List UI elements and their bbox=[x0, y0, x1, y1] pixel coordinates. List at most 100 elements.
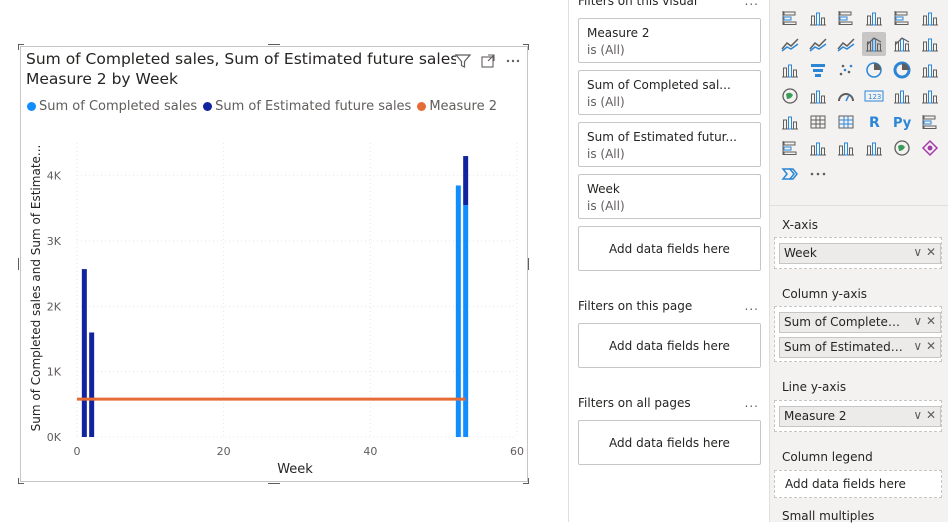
filters-all-pages-header: Filters on all pages bbox=[578, 396, 691, 410]
column-bar bbox=[463, 156, 469, 206]
filter-card-estimated-sales[interactable]: Sum of Estimated futur... is (All) bbox=[578, 122, 761, 167]
more-options-icon[interactable]: ... bbox=[745, 396, 759, 410]
pill-controls[interactable]: ∨ ✕ bbox=[913, 408, 936, 422]
filter-card-completed-sales[interactable]: Sum of Completed sal... is (All) bbox=[578, 70, 761, 115]
y-tick-label: 3K bbox=[47, 235, 62, 248]
resize-handle[interactable] bbox=[18, 44, 19, 50]
key-influencers-icon[interactable] bbox=[918, 110, 942, 134]
column-y-axis-well[interactable]: Sum of Completed sal... ∨ ✕ Sum of Estim… bbox=[774, 306, 942, 362]
slicer-icon[interactable] bbox=[778, 110, 802, 134]
pill-controls[interactable]: ∨ ✕ bbox=[913, 314, 936, 328]
resize-handle[interactable] bbox=[18, 258, 19, 270]
x-tick-label: 0 bbox=[74, 445, 81, 458]
stacked-area-icon[interactable] bbox=[834, 32, 858, 56]
svg-text:123: 123 bbox=[868, 93, 881, 101]
chart-plot: 0K 1K 2K 3K 4K 0 20 40 60 Week Sum of Completed sa… bbox=[29, 143, 524, 477]
report-canvas: Sum of Completed sales, Sum of Estimated… bbox=[0, 0, 568, 522]
multi-row-card-icon[interactable] bbox=[890, 84, 914, 108]
resize-handle[interactable] bbox=[268, 44, 280, 45]
field-pill-estimated-sales[interactable]: Sum of Estimated fut... ∨ ✕ bbox=[779, 337, 941, 358]
add-page-filter-field[interactable]: Add data fields here bbox=[578, 323, 761, 368]
filter-card-name: Sum of Completed sal... bbox=[587, 78, 731, 92]
line-y-axis-well[interactable]: Measure 2 ∨ ✕ bbox=[774, 400, 942, 432]
field-pill-label: Sum of Completed sal... bbox=[784, 315, 906, 329]
stacked-column-icon[interactable] bbox=[806, 6, 830, 30]
combo-chart-visual[interactable]: Sum of Completed sales, Sum of Estimated… bbox=[20, 46, 528, 482]
matrix-icon[interactable] bbox=[834, 110, 858, 134]
scatter-icon[interactable] bbox=[834, 58, 858, 82]
field-pill-completed-sales[interactable]: Sum of Completed sal... ∨ ✕ bbox=[779, 312, 941, 333]
small-multiples-well-label: Small multiples bbox=[782, 509, 875, 523]
smart-narrative-icon[interactable] bbox=[834, 136, 858, 160]
gauge-icon[interactable] bbox=[834, 84, 858, 108]
filter-card-state: is (All) bbox=[587, 43, 625, 57]
filter-card-measure-2[interactable]: Measure 2 is (All) bbox=[578, 18, 761, 63]
x-axis-well-label: X-axis bbox=[782, 218, 818, 232]
100-column-icon[interactable] bbox=[918, 6, 942, 30]
clustered-column-icon[interactable] bbox=[862, 6, 886, 30]
r-visual-icon[interactable]: R bbox=[862, 110, 886, 134]
waterfall-icon[interactable] bbox=[778, 58, 802, 82]
qa-icon[interactable] bbox=[806, 136, 830, 160]
paginated-report-icon[interactable] bbox=[862, 136, 886, 160]
pie-icon[interactable] bbox=[862, 58, 886, 82]
svg-text:Py: Py bbox=[893, 116, 912, 131]
filters-pane: Filters on this visual ... Measure 2 is … bbox=[568, 0, 770, 522]
pill-controls[interactable]: ∨ ✕ bbox=[913, 339, 936, 353]
table-icon[interactable] bbox=[806, 110, 830, 134]
filters-page-header: Filters on this page bbox=[578, 299, 693, 313]
resize-handle[interactable] bbox=[528, 44, 529, 50]
column-legend-well-label: Column legend bbox=[782, 450, 873, 464]
field-pill-label: Week bbox=[784, 246, 817, 260]
resize-handle[interactable] bbox=[268, 483, 280, 484]
line-clustered-column-icon[interactable] bbox=[862, 32, 886, 56]
x-axis-title: Week bbox=[277, 462, 313, 477]
column-bar bbox=[463, 205, 469, 437]
y-tick-label: 1K bbox=[47, 366, 62, 379]
filter-card-name: Measure 2 bbox=[587, 26, 650, 40]
x-tick-label: 20 bbox=[217, 445, 231, 458]
stacked-bar-icon[interactable] bbox=[778, 6, 802, 30]
card-icon[interactable]: 123 bbox=[862, 84, 886, 108]
100-bar-icon[interactable] bbox=[890, 6, 914, 30]
filled-map-icon[interactable] bbox=[806, 84, 830, 108]
filter-card-state: is (All) bbox=[587, 147, 625, 161]
more-options-icon[interactable]: ... bbox=[745, 0, 759, 8]
line-chart-icon[interactable] bbox=[778, 32, 802, 56]
filter-card-name: Week bbox=[587, 182, 620, 196]
resize-handle[interactable] bbox=[523, 483, 529, 484]
line-stacked-column-icon[interactable] bbox=[890, 32, 914, 56]
x-axis-well[interactable]: Week ∨ ✕ bbox=[774, 237, 942, 269]
filter-card-name: Sum of Estimated futur... bbox=[587, 130, 737, 144]
python-visual-icon[interactable]: Py bbox=[890, 110, 914, 134]
resize-handle[interactable] bbox=[528, 258, 529, 270]
x-tick-label: 60 bbox=[510, 445, 524, 458]
treemap-icon[interactable] bbox=[918, 58, 942, 82]
power-apps-icon[interactable] bbox=[918, 136, 942, 160]
clustered-bar-icon[interactable] bbox=[834, 6, 858, 30]
donut-icon[interactable] bbox=[890, 58, 914, 82]
pill-controls[interactable]: ∨ ✕ bbox=[913, 245, 936, 259]
svg-text:R: R bbox=[869, 115, 880, 131]
arcgis-icon[interactable] bbox=[890, 136, 914, 160]
more-visuals-icon[interactable] bbox=[806, 162, 830, 186]
decomposition-tree-icon[interactable] bbox=[778, 136, 802, 160]
filter-card-week[interactable]: Week is (All) bbox=[578, 174, 761, 219]
divider bbox=[770, 205, 948, 206]
y-tick-label: 0K bbox=[47, 431, 62, 444]
funnel-icon[interactable] bbox=[806, 58, 830, 82]
column-y-axis-well-label: Column y-axis bbox=[782, 287, 868, 301]
resize-handle[interactable] bbox=[18, 483, 24, 484]
field-pill-week[interactable]: Week ∨ ✕ bbox=[779, 243, 941, 264]
kpi-icon[interactable] bbox=[918, 84, 942, 108]
field-pill-measure-2[interactable]: Measure 2 ∨ ✕ bbox=[779, 406, 941, 427]
more-options-icon[interactable]: ... bbox=[745, 299, 759, 313]
add-report-filter-field[interactable]: Add data fields here bbox=[578, 420, 761, 465]
power-automate-icon[interactable] bbox=[778, 162, 802, 186]
add-visual-filter-field[interactable]: Add data fields here bbox=[578, 226, 761, 271]
area-chart-icon[interactable] bbox=[806, 32, 830, 56]
ribbon-chart-icon[interactable] bbox=[918, 32, 942, 56]
y-tick-label: 4K bbox=[47, 170, 62, 183]
column-legend-well[interactable]: Add data fields here bbox=[774, 470, 942, 498]
map-icon[interactable] bbox=[778, 84, 802, 108]
